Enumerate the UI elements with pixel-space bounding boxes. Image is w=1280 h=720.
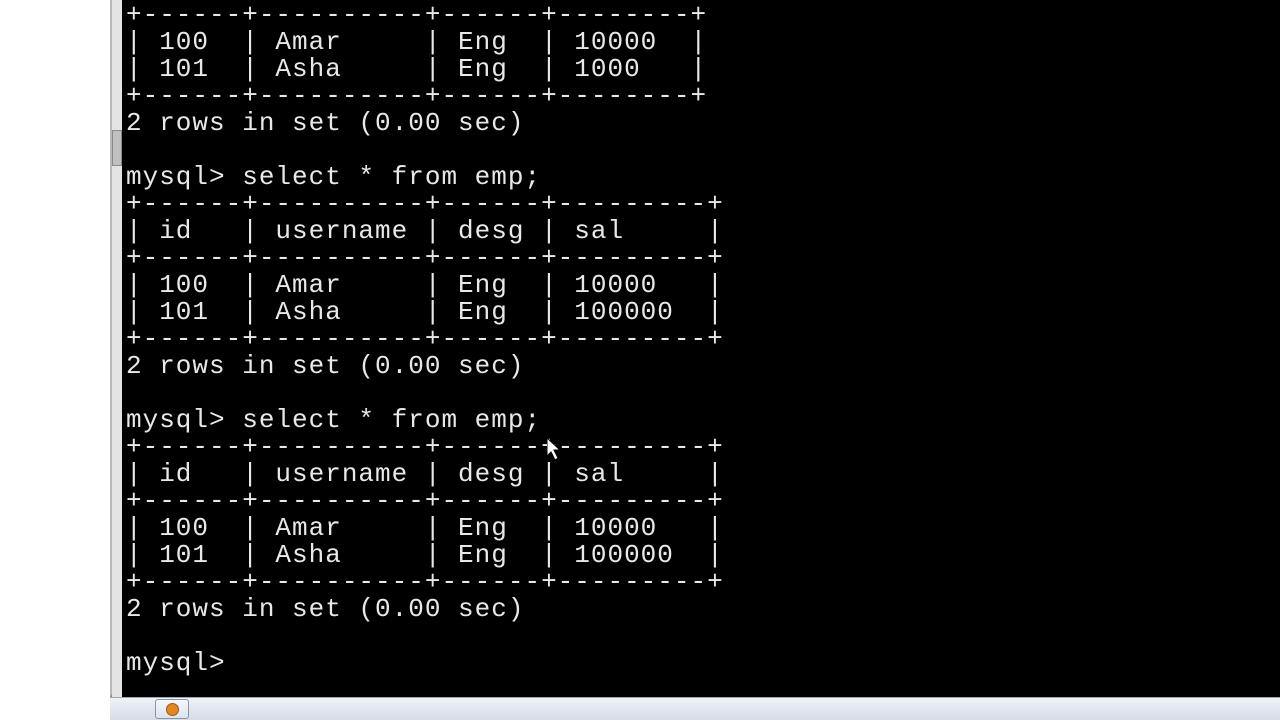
page-margin [0, 0, 110, 720]
app-icon [166, 703, 179, 716]
terminal-scrollbar-track[interactable] [112, 0, 122, 697]
taskbar-app-button[interactable] [155, 699, 189, 719]
terminal-scrollbar-thumb[interactable] [112, 130, 122, 166]
taskbar [110, 697, 1280, 720]
terminal-output[interactable]: +------+----------+------+--------+ | 10… [122, 0, 1280, 697]
